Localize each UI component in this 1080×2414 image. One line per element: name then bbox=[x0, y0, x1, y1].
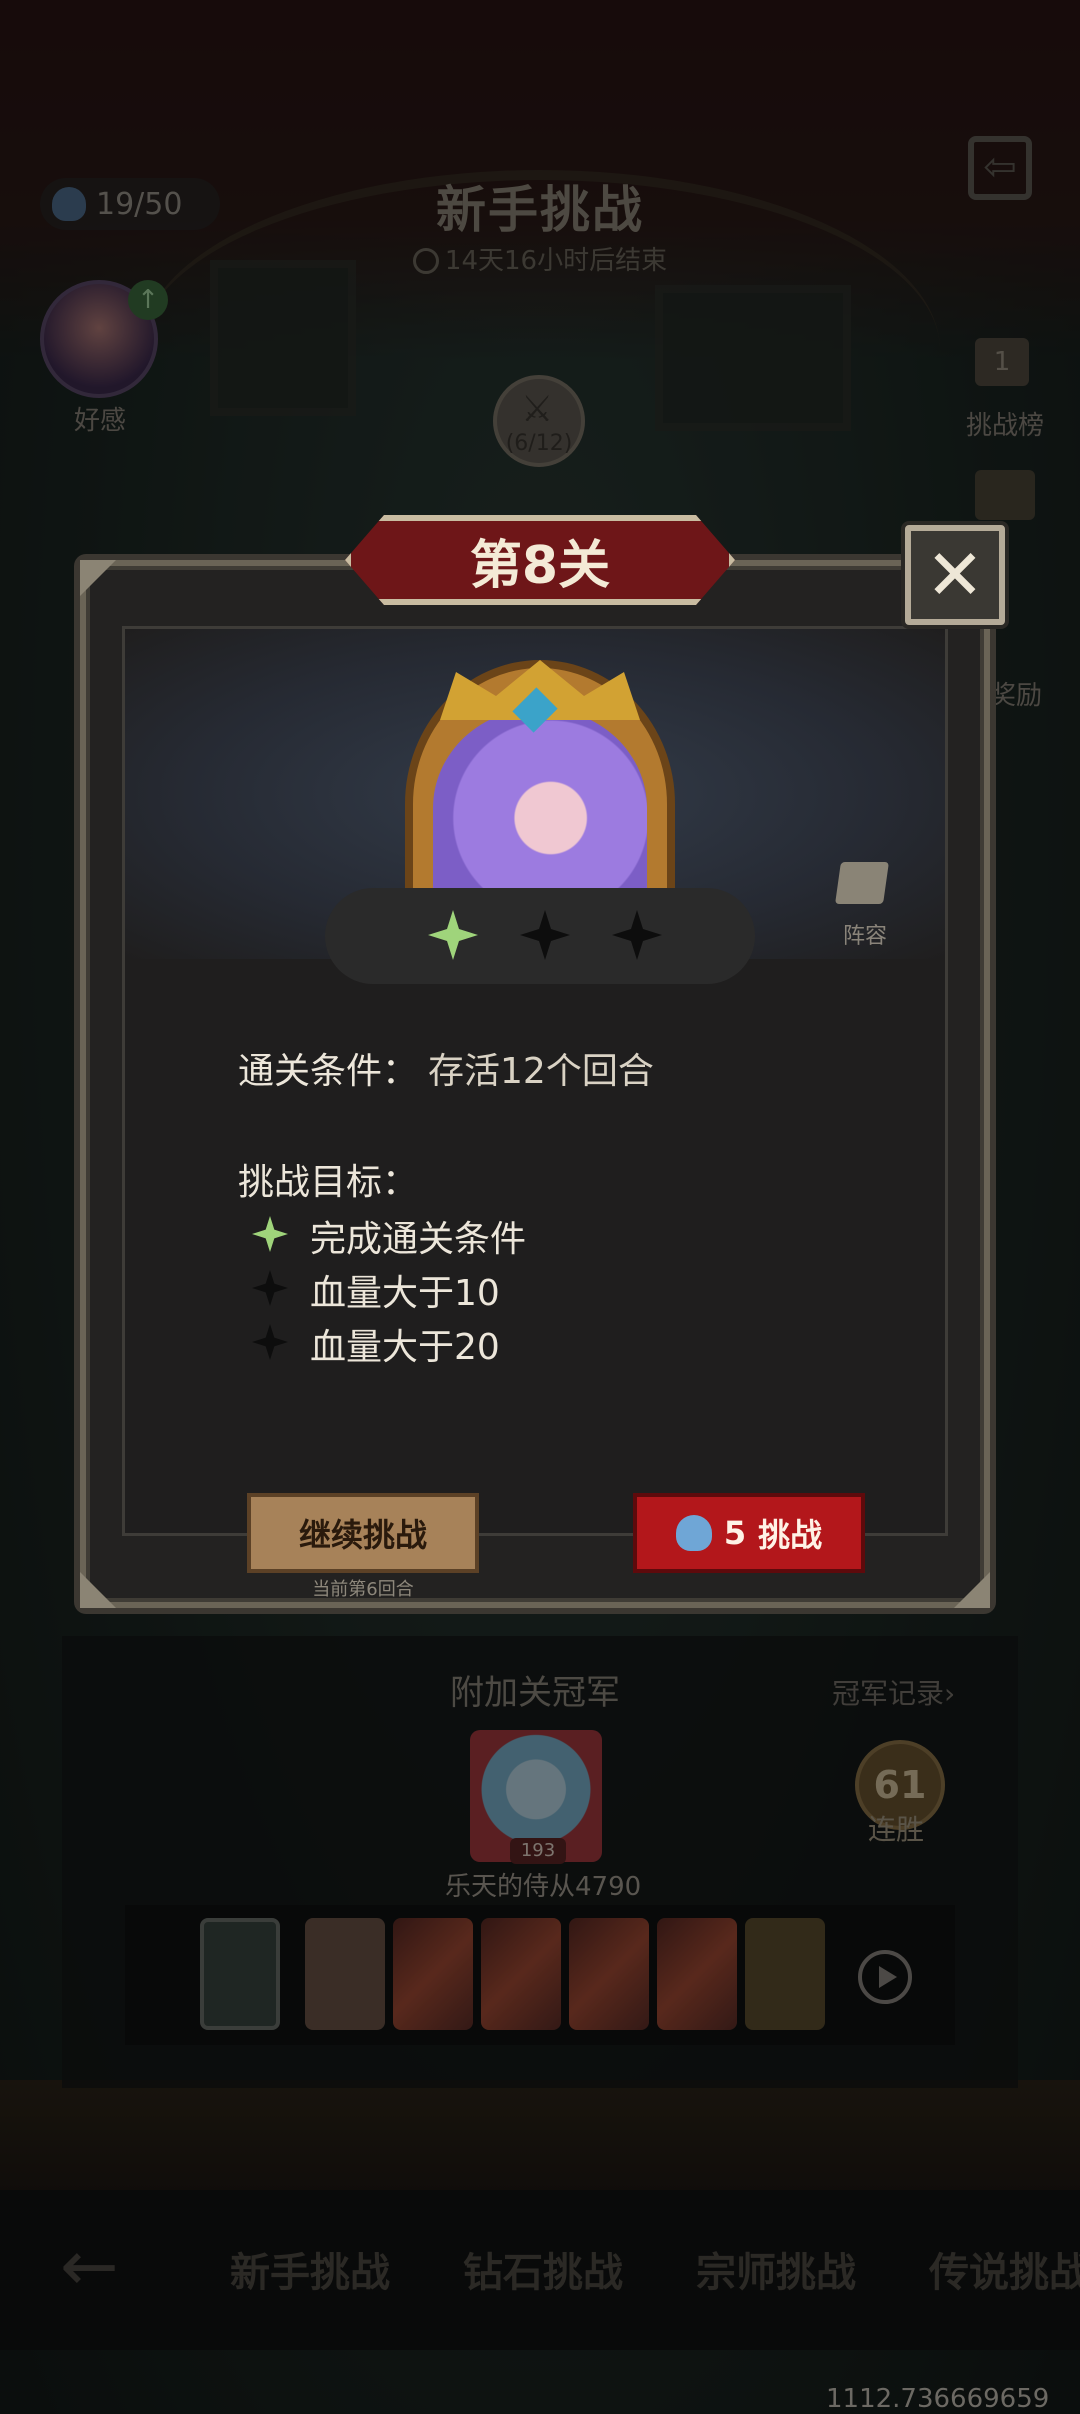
close-button[interactable]: ✕ bbox=[905, 525, 1005, 625]
lineup-label[interactable]: 阵容 bbox=[830, 918, 900, 950]
boss-portrait bbox=[433, 708, 647, 892]
level-title-banner: 第8关 bbox=[345, 515, 735, 605]
goal-item: 完成通关条件 bbox=[310, 1219, 527, 1260]
clear-condition: 通关条件： 存活12个回合 bbox=[238, 1051, 654, 1092]
goal-item: 血量大于20 bbox=[310, 1327, 500, 1368]
frame-corner bbox=[80, 560, 116, 596]
debug-overlay-text: 1112.736669659 bbox=[826, 2384, 1050, 2414]
frame-corner bbox=[80, 1572, 116, 1608]
continue-challenge-button[interactable]: 继续挑战 bbox=[247, 1493, 479, 1573]
goal-item: 血量大于10 bbox=[310, 1273, 500, 1314]
start-challenge-button[interactable]: 5 挑战 bbox=[633, 1493, 865, 1573]
goals-title: 挑战目标： bbox=[238, 1162, 419, 1203]
current-round-note: 当前第6回合 bbox=[312, 1579, 414, 1600]
challenge-cost: 5 bbox=[723, 1514, 747, 1552]
challenge-label: 挑战 bbox=[758, 1516, 823, 1554]
frame-corner bbox=[954, 1572, 990, 1608]
lineup-icon[interactable] bbox=[835, 862, 889, 904]
potion-icon bbox=[675, 1515, 712, 1551]
